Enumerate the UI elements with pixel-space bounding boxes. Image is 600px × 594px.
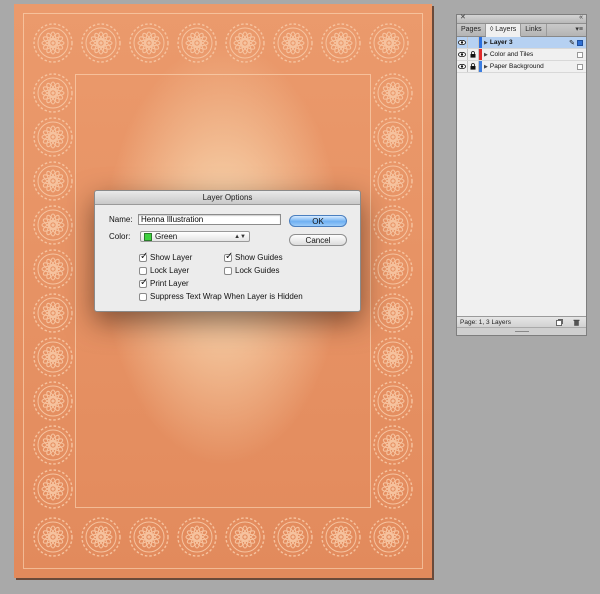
pen-icon: ✎ [569, 39, 575, 47]
checkbox-box[interactable] [224, 251, 233, 262]
tab-layers[interactable]: ◊ Layers [485, 24, 522, 37]
expand-triangle-icon[interactable]: ▶ [484, 52, 488, 58]
layer-row-paper-background[interactable]: ▶ Paper Background [457, 61, 586, 73]
layer-row-color-and-tiles[interactable]: ▶ Color and Tiles [457, 49, 586, 61]
cancel-button[interactable]: Cancel [289, 234, 347, 246]
layer-color-strip [479, 61, 482, 72]
layer-color-strip [479, 37, 482, 48]
checkbox-box[interactable] [139, 266, 147, 275]
color-label: Color: [109, 232, 131, 241]
close-icon[interactable]: ✕ [460, 13, 466, 23]
updown-arrows-icon: ▲▼ [234, 234, 246, 240]
panel-menu-icon[interactable]: ▾≡ [575, 24, 583, 36]
print-layer-checkbox[interactable]: Print Layer [139, 277, 189, 288]
panel-title-bar[interactable]: ✕ « [457, 13, 586, 24]
eye-icon[interactable] [457, 61, 468, 72]
layer-options-dialog: Layer Options Name: Color: Green ▲▼ OK C… [94, 190, 361, 312]
checkbox-box[interactable] [139, 277, 148, 288]
layer-name[interactable]: Paper Background [490, 63, 567, 70]
selection-target[interactable] [577, 51, 583, 58]
eye-icon[interactable] [457, 37, 468, 48]
lock-toggle[interactable] [468, 37, 479, 48]
checkbox-label: Lock Layer [150, 266, 190, 275]
checkbox-box[interactable] [139, 251, 148, 262]
layer-name[interactable]: Layer 3 [490, 39, 567, 46]
dialog-title[interactable]: Layer Options [95, 191, 360, 205]
panel-tabs: Pages ◊ Layers Links ▾≡ [457, 24, 586, 37]
eye-icon[interactable] [457, 49, 468, 60]
selection-target[interactable] [577, 39, 583, 46]
name-input[interactable] [138, 214, 281, 225]
lock-guides-checkbox[interactable]: Lock Guides [224, 266, 279, 275]
checkbox-label: Show Guides [235, 253, 283, 262]
lock-icon[interactable] [468, 49, 479, 60]
show-guides-checkbox[interactable]: Show Guides [224, 251, 283, 262]
checkbox-label: Suppress Text Wrap When Layer is Hidden [150, 292, 303, 301]
color-swatch [144, 232, 152, 241]
layer-row-layer-3[interactable]: ▶ Layer 3 ✎ [457, 37, 586, 49]
layer-name[interactable]: Color and Tiles [490, 51, 567, 58]
selection-target[interactable] [577, 63, 583, 70]
ok-button[interactable]: OK [289, 215, 347, 227]
checkbox-label: Lock Guides [235, 266, 280, 275]
expand-triangle-icon[interactable]: ▶ [484, 40, 488, 46]
panel-resize-grip[interactable] [457, 327, 586, 335]
lock-layer-checkbox[interactable]: Lock Layer [139, 266, 189, 275]
lock-icon[interactable] [468, 61, 479, 72]
collapse-icon[interactable]: « [579, 13, 583, 23]
show-layer-checkbox[interactable]: Show Layer [139, 251, 193, 262]
layers-panel: ✕ « Pages ◊ Layers Links ▾≡ ▶ Layer 3 ✎ … [456, 14, 587, 336]
layer-color-strip [479, 49, 482, 60]
tab-links[interactable]: Links [521, 24, 547, 36]
checkbox-box[interactable] [139, 292, 147, 301]
color-select[interactable]: Green ▲▼ [140, 231, 250, 242]
expand-triangle-icon[interactable]: ▶ [484, 64, 488, 70]
status-text: Page: 1, 3 Layers [460, 319, 511, 326]
name-label: Name: [109, 215, 133, 224]
trash-icon[interactable] [573, 319, 580, 326]
suppress-text-wrap-checkbox[interactable]: Suppress Text Wrap When Layer is Hidden [139, 292, 303, 301]
color-select-value: Green [155, 232, 178, 241]
checkbox-label: Print Layer [150, 279, 189, 288]
new-layer-icon[interactable] [556, 319, 563, 326]
checkbox-label: Show Layer [150, 253, 193, 262]
tab-pages[interactable]: Pages [457, 24, 486, 36]
checkbox-box[interactable] [224, 266, 232, 275]
